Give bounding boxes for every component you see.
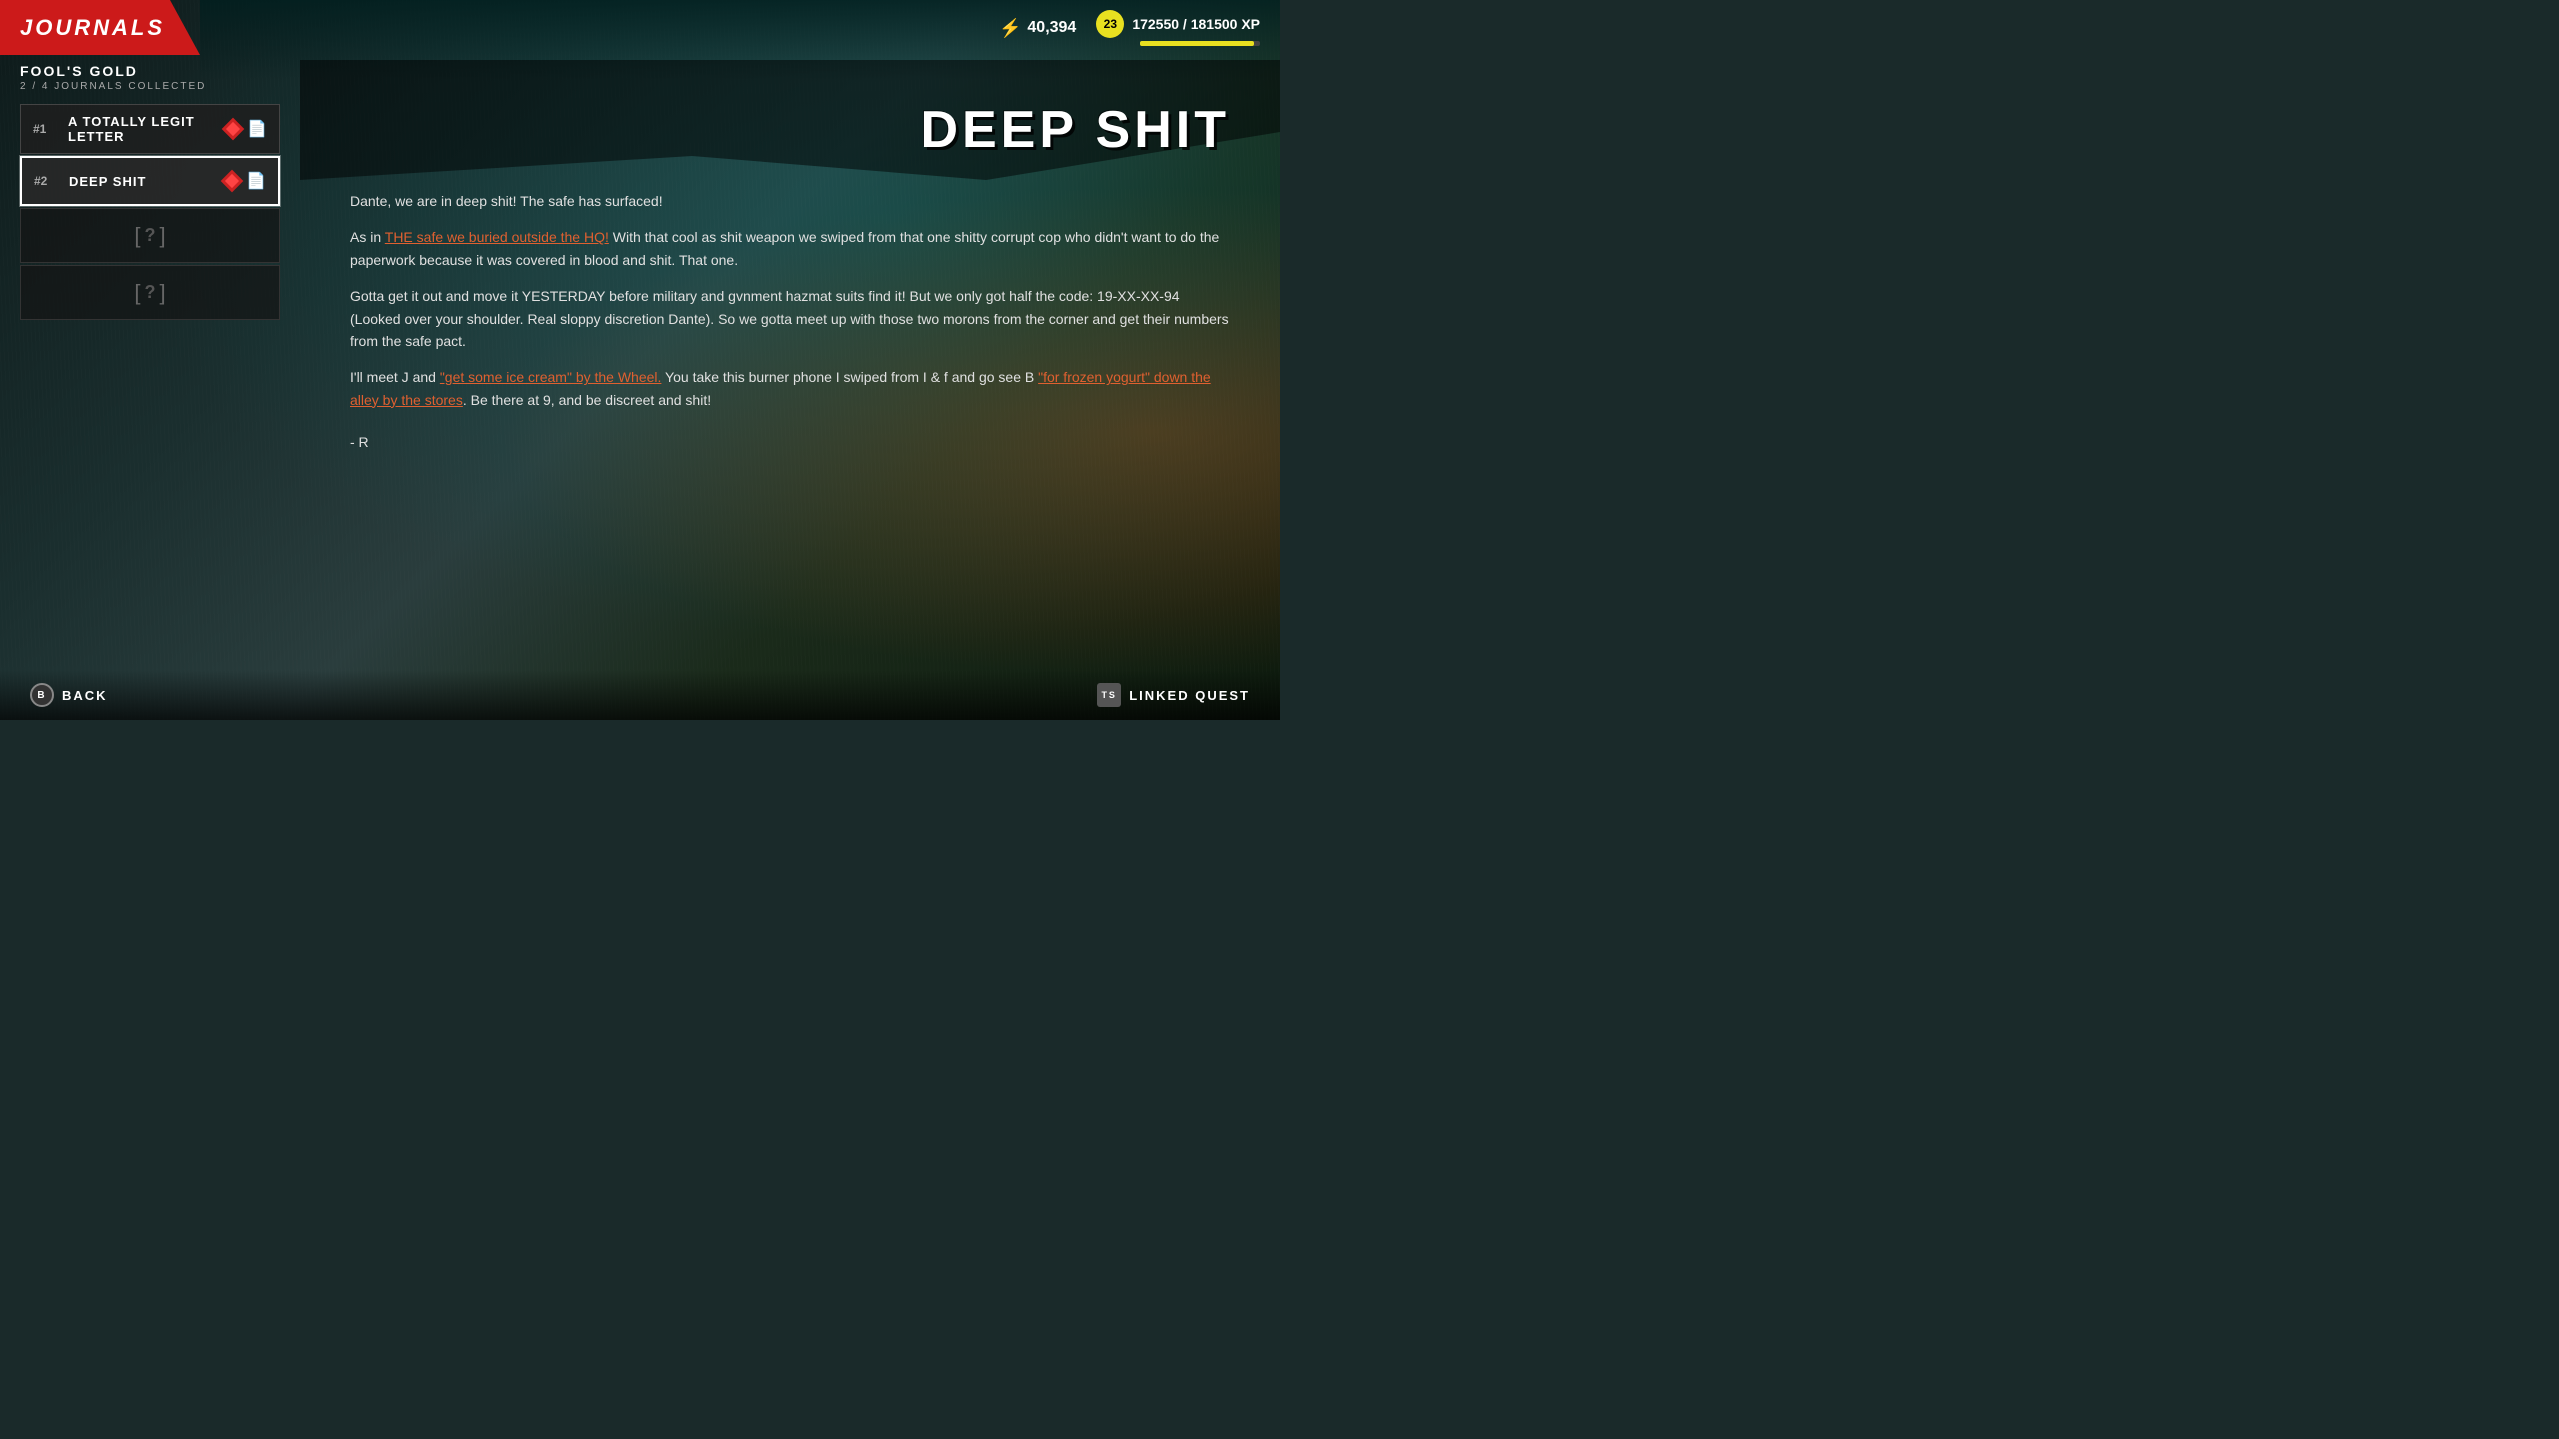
collection-title: FOOL'S GOLD: [20, 63, 280, 79]
link-ice-cream[interactable]: "get some ice cream" by the Wheel.: [440, 369, 662, 385]
link-hq-safe[interactable]: THE safe we buried outside the HQ!: [385, 229, 609, 245]
lightning-icon: ⚡: [999, 18, 1021, 39]
journals-banner: JOURNALS: [0, 0, 200, 55]
page-icon-1: 📄: [247, 119, 267, 139]
content-paragraph-4: I'll meet J and "get some ice cream" by …: [350, 366, 1230, 411]
journal-num-1: #1: [33, 122, 58, 136]
unknown-bracket-3: [ ? ]: [134, 223, 165, 249]
xp-row: 23 172550 / 181500 XP: [1096, 10, 1260, 38]
xp-text: 172550 / 181500 XP: [1132, 16, 1260, 32]
content-paragraph-3: Gotta get it out and move it YESTERDAY b…: [350, 285, 1230, 352]
diamond-icon-1: [222, 118, 245, 141]
left-panel: FOOL'S GOLD 2 / 4 JOURNALS COLLECTED #1 …: [20, 55, 280, 322]
journal-name-2: DEEP SHIT: [69, 174, 214, 189]
content-paragraph-1: Dante, we are in deep shit! The safe has…: [350, 190, 1230, 212]
linked-quest-label: LINKED QUEST: [1129, 688, 1250, 703]
bottom-bar: B BACK TS LINKED QUEST: [0, 670, 1280, 720]
content-paragraph-2: As in THE safe we buried outside the HQ!…: [350, 226, 1230, 271]
currency-amount: 40,394: [1027, 19, 1076, 37]
linked-quest-button[interactable]: TS LINKED QUEST: [1097, 683, 1250, 707]
linked-quest-icon: TS: [1097, 683, 1121, 707]
journal-icons-2: 📄: [224, 171, 266, 191]
journal-icons-1: 📄: [225, 119, 267, 139]
currency-display: ⚡ 40,394: [999, 18, 1076, 39]
content-signature: - R: [350, 431, 1230, 453]
back-label: BACK: [62, 688, 108, 703]
journal-num-2: #2: [34, 174, 59, 188]
journal-item-2[interactable]: #2 DEEP SHIT 📄: [20, 156, 280, 206]
journal-item-4-locked: [ ? ]: [20, 265, 280, 320]
journal-name-1: A TOTALLY LEGIT LETTER: [68, 114, 215, 144]
unknown-bracket-4: [ ? ]: [134, 280, 165, 306]
collection-count: 2 / 4 JOURNALS COLLECTED: [20, 81, 280, 92]
back-button[interactable]: B BACK: [30, 683, 108, 707]
xp-level-badge: 23: [1096, 10, 1124, 38]
question-mark-3: ?: [145, 225, 156, 246]
journals-title: JOURNALS: [20, 15, 165, 41]
question-mark-4: ?: [145, 282, 156, 303]
journal-item-1[interactable]: #1 A TOTALLY LEGIT LETTER 📄: [20, 104, 280, 154]
page-icon-2: 📄: [246, 171, 266, 191]
journal-content: Dante, we are in deep shit! The safe has…: [320, 170, 1260, 670]
content-panel: DEEP SHIT Dante, we are in deep shit! Th…: [320, 40, 1260, 670]
journal-item-3-locked: [ ? ]: [20, 208, 280, 263]
diamond-icon-2: [221, 170, 244, 193]
journal-big-title: DEEP SHIT: [920, 100, 1230, 160]
back-btn-icon: B: [30, 683, 54, 707]
